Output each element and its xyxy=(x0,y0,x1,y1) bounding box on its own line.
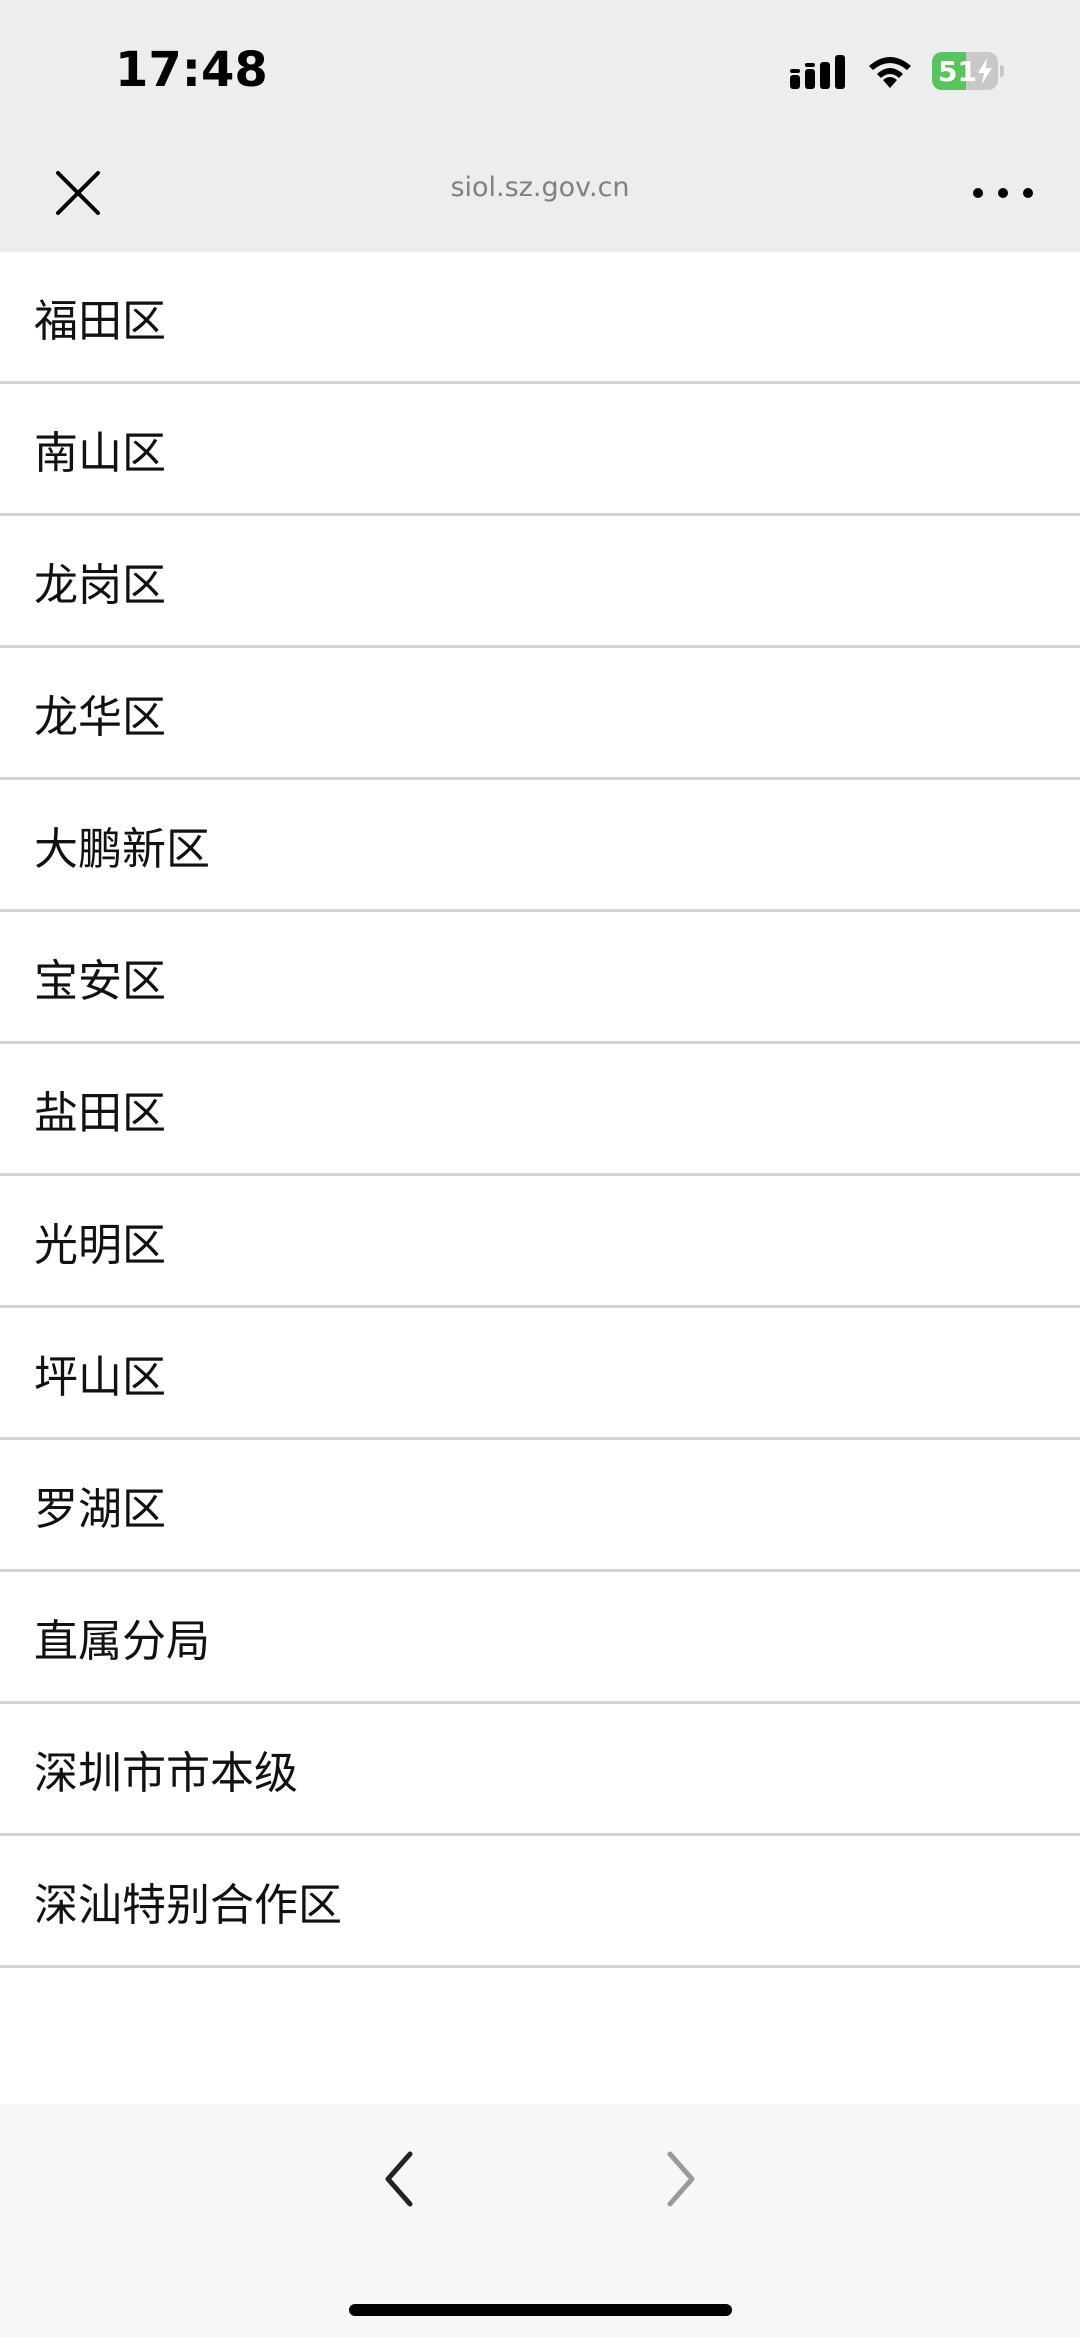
list-item-label: 宝安区 xyxy=(34,955,166,1007)
list-item-label: 龙华区 xyxy=(34,691,166,743)
list-item[interactable]: 宝安区 xyxy=(0,912,1080,1044)
list-item-label: 光明区 xyxy=(34,1219,166,1271)
list-item-label: 大鹏新区 xyxy=(34,823,210,875)
list-item-label: 福田区 xyxy=(34,295,166,347)
list-item[interactable]: 深汕特别合作区 xyxy=(0,1836,1080,1968)
list-item-label: 盐田区 xyxy=(34,1087,166,1139)
list-item[interactable]: 龙华区 xyxy=(0,648,1080,780)
list-item[interactable]: 直属分局 xyxy=(0,1572,1080,1704)
list-item[interactable]: 南山区 xyxy=(0,384,1080,516)
browser-nav-bar: siol.sz.gov.cn xyxy=(0,138,1080,252)
list-item-label: 坪山区 xyxy=(34,1351,166,1403)
status-time: 17:48 xyxy=(115,42,268,98)
list-item[interactable]: 光明区 xyxy=(0,1176,1080,1308)
list-item-label: 龙岗区 xyxy=(34,559,166,611)
status-bar: 17:48 51 xyxy=(0,0,1080,138)
list-item[interactable]: 盐田区 xyxy=(0,1044,1080,1176)
battery-body: 51 xyxy=(932,52,998,90)
battery-cap xyxy=(1000,65,1004,77)
wifi-icon xyxy=(869,57,911,88)
page-url: siol.sz.gov.cn xyxy=(450,172,630,203)
list-item[interactable]: 深圳市市本级 xyxy=(0,1704,1080,1836)
battery-charging-icon: 51 xyxy=(932,52,1004,90)
battery-level: 51 xyxy=(938,55,977,88)
home-indicator xyxy=(349,2304,732,2316)
cellular-signal-icon xyxy=(790,55,845,89)
chevron-right-icon[interactable] xyxy=(650,2144,710,2214)
charging-bolt-icon xyxy=(978,58,992,84)
list-item[interactable]: 福田区 xyxy=(0,252,1080,384)
list-item-label: 直属分局 xyxy=(34,1615,210,1667)
chevron-left-icon[interactable] xyxy=(370,2144,430,2214)
list-item[interactable]: 大鹏新区 xyxy=(0,780,1080,912)
district-list: 福田区南山区龙岗区龙华区大鹏新区宝安区盐田区光明区坪山区罗湖区直属分局深圳市市本… xyxy=(0,252,1080,1968)
list-item-label: 南山区 xyxy=(34,427,166,479)
list-item[interactable]: 龙岗区 xyxy=(0,516,1080,648)
more-icon[interactable] xyxy=(968,173,1038,213)
bottom-toolbar xyxy=(0,2104,1080,2337)
list-item-label: 深汕特别合作区 xyxy=(34,1879,342,1931)
list-item-label: 深圳市市本级 xyxy=(34,1747,298,1799)
list-item[interactable]: 罗湖区 xyxy=(0,1440,1080,1572)
list-item-label: 罗湖区 xyxy=(34,1483,166,1535)
list-item[interactable]: 坪山区 xyxy=(0,1308,1080,1440)
